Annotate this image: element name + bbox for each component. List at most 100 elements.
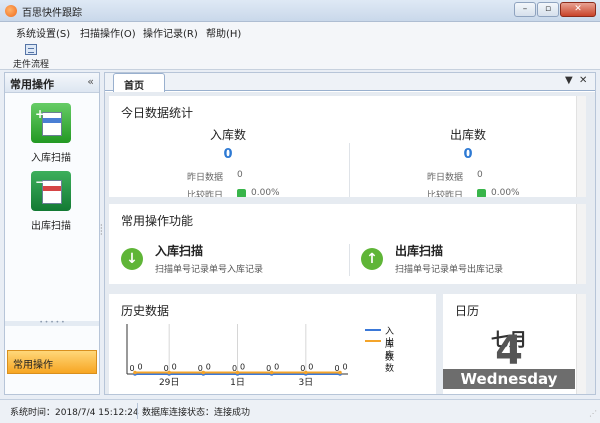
title-bar: 百思快件跟踪 – ▫ ✕ xyxy=(0,0,600,22)
outbound-compare-label: 比较昨日 xyxy=(426,191,463,197)
outbound-yesterday-label: 昨日数据 xyxy=(426,173,463,183)
chart-x-tick-label: 29日 xyxy=(159,377,179,388)
outbound-compare-value: 0.00% xyxy=(491,188,520,197)
chart-point xyxy=(201,370,206,375)
op-outbound-title: 出库扫描 xyxy=(395,244,444,258)
chart-point-label: 0 xyxy=(274,363,279,372)
arrow-down-icon: ↓ xyxy=(121,248,143,270)
chart-point xyxy=(235,370,240,375)
tab-close-icon[interactable]: ✕ xyxy=(579,75,587,86)
flow-button[interactable]: 走件流程 xyxy=(6,42,56,70)
outbound-count-label: 出库数 xyxy=(449,128,486,142)
chart-x-tick-label: 1日 xyxy=(230,377,245,388)
restore-button[interactable]: ▫ xyxy=(537,2,559,17)
menu-bar: 系统设置(S) 扫描操作(O) 操作记录(R) 帮助(H) xyxy=(0,22,600,41)
dashboard: 今日数据统计 入库数 0 昨日数据 0 比较昨日 0.00% 出库数 0 昨日数… xyxy=(105,92,595,394)
window-title: 百思快件跟踪 xyxy=(22,8,82,19)
op-outbound-scan[interactable]: ↑ 出库扫描 扫描单号记录单号出库记录 xyxy=(361,242,561,278)
legend-swatch-out xyxy=(365,340,381,342)
sidebar-item-label: 出库扫描 xyxy=(31,221,71,232)
ops-scrollbar[interactable] xyxy=(576,204,586,284)
collapse-left-icon[interactable]: « xyxy=(87,75,94,88)
inbound-compare-value: 0.00% xyxy=(251,188,280,197)
chart-point-label: 0 xyxy=(137,363,142,372)
menu-system-settings[interactable]: 系统设置(S) xyxy=(16,25,70,40)
legend-label-out: 出库数 xyxy=(385,338,395,374)
tab-bar: 首页 ▼ ✕ xyxy=(105,73,595,92)
sidebar-item-outbound-scan[interactable]: − 出库扫描 xyxy=(11,171,91,232)
calendar-scrollbar[interactable] xyxy=(576,294,586,394)
chart-point xyxy=(133,370,137,375)
chart-point xyxy=(304,370,308,375)
flowchart-icon xyxy=(25,44,37,55)
content-area: 首页 ▼ ✕ 今日数据统计 入库数 0 昨日数据 0 比较昨日 0.00% 出库… xyxy=(104,72,596,395)
sidebar-item-label: 入库扫描 xyxy=(31,153,71,164)
status-bar: 系统时间：2018/7/4 15:12:24 数据库连接状态：连接成功 ⋰ xyxy=(0,399,600,423)
menu-scan-operations[interactable]: 扫描操作(O) xyxy=(80,25,136,40)
op-outbound-desc: 扫描单号记录单号出库记录 xyxy=(395,265,504,275)
chart-point-label: 0 xyxy=(172,363,177,372)
arrow-up-icon: ↑ xyxy=(361,248,383,270)
inbound-compare-label: 比较昨日 xyxy=(186,191,223,197)
inbound-yesterday-label: 昨日数据 xyxy=(186,173,223,183)
tab-list-icon[interactable]: ▼ xyxy=(565,75,573,86)
legend-swatch-in xyxy=(365,329,381,331)
chart-point-label: 0 xyxy=(342,363,347,372)
sidebar-title: 常用操作 xyxy=(10,78,54,91)
stats-scrollbar[interactable] xyxy=(576,96,586,197)
inbound-stats: 入库数 0 昨日数据 0 比较昨日 0.00% xyxy=(109,126,347,197)
calendar-title: 日历 xyxy=(455,304,480,318)
sidebar-section-label: 常用操作 xyxy=(13,360,53,371)
inbound-count-label: 入库数 xyxy=(209,128,246,142)
inbound-scan-icon: + xyxy=(31,103,71,143)
op-inbound-scan[interactable]: ↓ 入库扫描 扫描单号记录单号入库记录 xyxy=(121,242,321,278)
common-ops-title: 常用操作功能 xyxy=(121,214,194,228)
inbound-yesterday-value: 0 xyxy=(237,170,243,180)
trend-up-icon xyxy=(477,189,486,197)
common-ops-panel: 常用操作功能 ↓ 入库扫描 扫描单号记录单号入库记录 ↑ 出库扫描 扫描单号记录… xyxy=(109,204,586,284)
inbound-count-value: 0 xyxy=(223,147,233,162)
window-controls: – ▫ ✕ xyxy=(513,2,596,17)
sidebar-section-common[interactable]: 常用操作 xyxy=(7,350,97,374)
history-chart: 29日 1日 3日0 0 0 0 0 0 00 0 0 0 0 0 0 xyxy=(126,324,348,388)
outbound-scan-icon: − xyxy=(31,171,71,211)
close-button[interactable]: ✕ xyxy=(560,2,596,17)
minus-badge: − xyxy=(35,175,46,189)
op-inbound-title: 入库扫描 xyxy=(155,244,204,258)
toolbar: 走件流程 xyxy=(0,41,600,70)
resize-grip-icon[interactable]: ⋰ xyxy=(589,409,597,418)
sidebar-header: 常用操作 « xyxy=(5,73,99,93)
chart-point-label: 0 xyxy=(240,363,245,372)
flow-button-label: 走件流程 xyxy=(12,60,49,70)
system-time: 系统时间：2018/7/4 15:12:24 xyxy=(10,408,139,418)
plus-badge: + xyxy=(35,107,46,121)
calendar-panel: 日历 七月 4 Wednesday xyxy=(443,294,586,394)
minimize-button[interactable]: – xyxy=(514,2,536,17)
chart-point xyxy=(338,370,342,375)
app-logo-icon xyxy=(5,5,17,17)
sidebar: 常用操作 « + 入库扫描 − 出库扫描 • • • • • 常用操作 xyxy=(4,72,100,395)
chart-point xyxy=(269,370,274,375)
tab-home-label: 首页 xyxy=(124,81,144,92)
vertical-splitter-handle[interactable]: · · · · xyxy=(100,222,103,239)
chart-point-label: 0 xyxy=(206,363,211,372)
chart-x-tick-label: 3日 xyxy=(298,377,313,388)
calendar-weekday: Wednesday xyxy=(443,369,575,389)
history-title: 历史数据 xyxy=(121,304,170,318)
tab-home[interactable]: 首页 xyxy=(113,73,165,92)
today-stats-title: 今日数据统计 xyxy=(121,106,194,120)
op-inbound-desc: 扫描单号记录单号入库记录 xyxy=(155,265,264,275)
sidebar-splitter[interactable]: • • • • • xyxy=(5,320,99,326)
menu-help[interactable]: 帮助(H) xyxy=(206,25,241,40)
outbound-yesterday-value: 0 xyxy=(477,170,483,180)
chart-point xyxy=(167,370,171,375)
sidebar-item-inbound-scan[interactable]: + 入库扫描 xyxy=(11,103,91,164)
outbound-count-value: 0 xyxy=(463,147,473,162)
menu-operation-records[interactable]: 操作记录(R) xyxy=(143,25,198,40)
calendar-day: 4 xyxy=(495,328,523,374)
history-panel: 历史数据 29日 1日 3日 0 0 0 0 0 0 0 0 0 0 0 0 0 0 入库数 出库数 xyxy=(109,294,436,394)
trend-up-icon xyxy=(237,189,246,197)
chart-point-label: 0 xyxy=(308,363,313,372)
db-connection-status: 数据库连接状态：连接成功 xyxy=(142,408,251,418)
today-stats-panel: 今日数据统计 入库数 0 昨日数据 0 比较昨日 0.00% 出库数 0 昨日数… xyxy=(109,96,586,197)
